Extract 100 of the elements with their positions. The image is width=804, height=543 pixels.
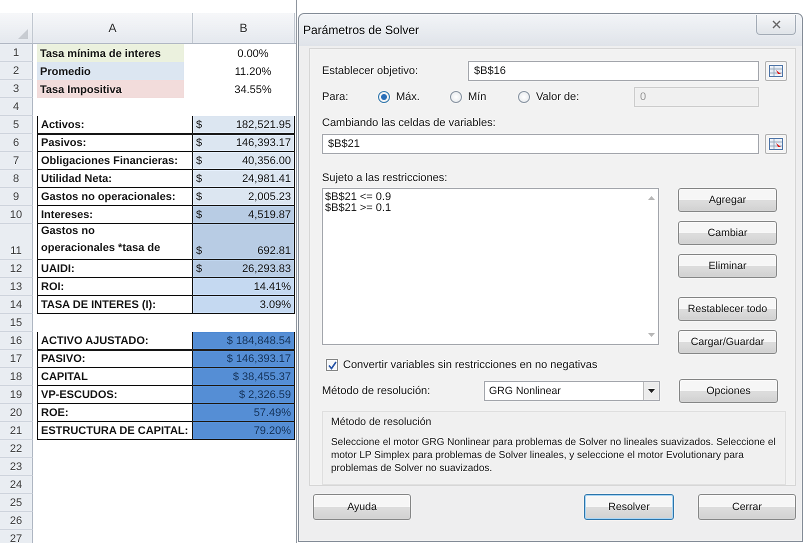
close-icon: [772, 20, 780, 29]
table-cell: Tasa mínima de interes: [37, 44, 184, 62]
column-header[interactable]: A: [33, 13, 193, 43]
table-cell: ACTIVO AJUSTADO:: [37, 332, 193, 350]
table-cell: 14.41%: [193, 278, 295, 296]
corner-triangle-icon: [18, 29, 28, 39]
close-button[interactable]: [756, 15, 796, 35]
table-cell: 79.20%: [193, 422, 295, 440]
radio-label: Mín: [468, 91, 486, 103]
field-label: Sujeto a las restricciones:: [322, 172, 448, 184]
dialog-button[interactable]: Eliminar: [678, 254, 777, 278]
column-header[interactable]: B: [193, 13, 295, 43]
row-header[interactable]: 5: [0, 116, 33, 134]
table-cell-text: 11.20%: [234, 65, 272, 80]
dialog-button[interactable]: Agregar: [678, 188, 777, 212]
dropdown-arrow-icon: [648, 389, 655, 393]
row-header[interactable]: 12: [0, 260, 33, 278]
field-label: Método de resolución:: [322, 385, 432, 397]
row-header[interactable]: 3: [0, 80, 33, 98]
range-picker-button[interactable]: [765, 61, 787, 81]
range-picker-button[interactable]: [765, 134, 787, 154]
variable-cells-field[interactable]: $B$21: [322, 134, 759, 154]
table-cell: TASA DE INTERES (I):: [37, 296, 193, 314]
table-cell: UAIDI:: [37, 260, 193, 278]
table-cell: CAPITAL: [37, 368, 193, 386]
dialog-button[interactable]: Cargar/Guardar: [678, 330, 777, 354]
row-header[interactable]: 24: [0, 476, 33, 494]
row-header[interactable]: 17: [0, 350, 33, 368]
table-cell-text: 34.55%: [233, 83, 273, 98]
table-cell: Obligaciones Financieras:: [37, 152, 193, 170]
row-header[interactable]: 1: [0, 44, 33, 62]
row-header[interactable]: 7: [0, 152, 33, 170]
row-header[interactable]: 11: [0, 224, 33, 260]
scroll-up-icon: [648, 196, 654, 200]
field-label: Cambiando las celdas de variables:: [322, 117, 497, 129]
row-header[interactable]: 27: [0, 530, 33, 543]
table-cell: PASIVO:: [37, 350, 193, 368]
list-item[interactable]: $B$21 >= 0.1: [325, 203, 642, 214]
row-header[interactable]: 10: [0, 206, 33, 224]
table-cell: Activos:: [37, 116, 193, 134]
method-dropdown[interactable]: GRG Nonlinear: [484, 381, 660, 401]
row-header[interactable]: 16: [0, 332, 33, 350]
table-cell: $ 2,005.23: [193, 188, 295, 206]
range-select-icon: [769, 65, 783, 77]
row-header[interactable]: 15: [0, 314, 33, 332]
table-cell: VP-ESCUDOS:: [37, 386, 193, 404]
row-header[interactable]: 6: [0, 134, 33, 152]
list-item[interactable]: $B$21 <= 0.9: [325, 192, 642, 203]
dialog-button[interactable]: Cambiar: [678, 221, 777, 245]
row-header[interactable]: 8: [0, 170, 33, 188]
field-label: Establecer objetivo:: [322, 65, 419, 77]
table-cell: Pasivos:: [37, 134, 193, 152]
table-cell: Intereses:: [37, 206, 193, 224]
row-header[interactable]: 25: [0, 494, 33, 512]
table-cell-text: 0.00%: [236, 47, 270, 62]
row-header[interactable]: 18: [0, 368, 33, 386]
table-cell: $ 38,455.37: [193, 368, 295, 386]
dialog-button[interactable]: Restablecer todo: [678, 297, 777, 321]
table-cell: ESTRUCTURA DE CAPITAL:: [37, 422, 193, 440]
row-header[interactable]: 4: [0, 98, 33, 116]
options-button[interactable]: Opciones: [679, 379, 778, 403]
table-cell: $ 182,521.95: [193, 116, 295, 134]
table-cell: Promedio: [37, 62, 184, 80]
dialog-button[interactable]: Cerrar: [698, 494, 796, 520]
row-header[interactable]: 2: [0, 62, 33, 80]
table-cell: $ 4,519.87: [193, 206, 295, 224]
checkbox-option[interactable]: Convertir variables sin restricciones en no negativas: [326, 359, 787, 371]
table-cell: 3.09%: [193, 296, 295, 314]
row-header[interactable]: 13: [0, 278, 33, 296]
table-cell: ROE:: [37, 404, 193, 422]
checkbox[interactable]: [326, 359, 338, 371]
field-label: Para:: [322, 91, 350, 103]
dialog-button[interactable]: Resolver: [584, 494, 674, 520]
table-cell: ROI:: [37, 278, 193, 296]
row-header[interactable]: 23: [0, 458, 33, 476]
constraints-list[interactable]: $B$21 <= 0.9 $B$21 >= 0.1: [322, 188, 659, 345]
row-header[interactable]: 26: [0, 512, 33, 530]
checkbox-label: Convertir variables sin restricciones en no negativas: [343, 359, 598, 371]
description-text: Seleccione el motor GRG Nonlinear para problemas de Solver no lineales suavizados. Seleccione el motor LP Simplex para problemas de Solver lineales, y seleccione el motor Evolutionary para problemas de Solver no suavizados.: [331, 436, 777, 475]
table-cell: Utilidad Neta:: [37, 170, 193, 188]
table-cell: $ 26,293.83: [193, 260, 295, 278]
scroll-down-icon: [648, 333, 654, 337]
row-header[interactable]: 20: [0, 404, 33, 422]
table-cell: $ 2,326.59: [193, 386, 295, 404]
window-title: Parámetros de Solver: [303, 23, 420, 37]
range-select-icon: [769, 138, 783, 150]
radio-label: Valor de:: [536, 91, 580, 103]
row-header[interactable]: 22: [0, 440, 33, 458]
check-icon: [328, 360, 336, 370]
row-header[interactable]: 21: [0, 422, 33, 440]
table-cell: $ 184,848.54: [193, 332, 295, 350]
dialog-button[interactable]: Ayuda: [313, 494, 411, 520]
row-header[interactable]: 19: [0, 386, 33, 404]
row-header[interactable]: 9: [0, 188, 33, 206]
row-header[interactable]: 14: [0, 296, 33, 314]
table-cell: $ 692.81: [193, 224, 295, 260]
table-cell: Gastos no operacionales:: [37, 188, 193, 206]
radio-label: Máx.: [396, 91, 420, 103]
table-cell: Tasa Impositiva: [37, 80, 184, 98]
objective-field[interactable]: $B$16: [468, 61, 759, 81]
